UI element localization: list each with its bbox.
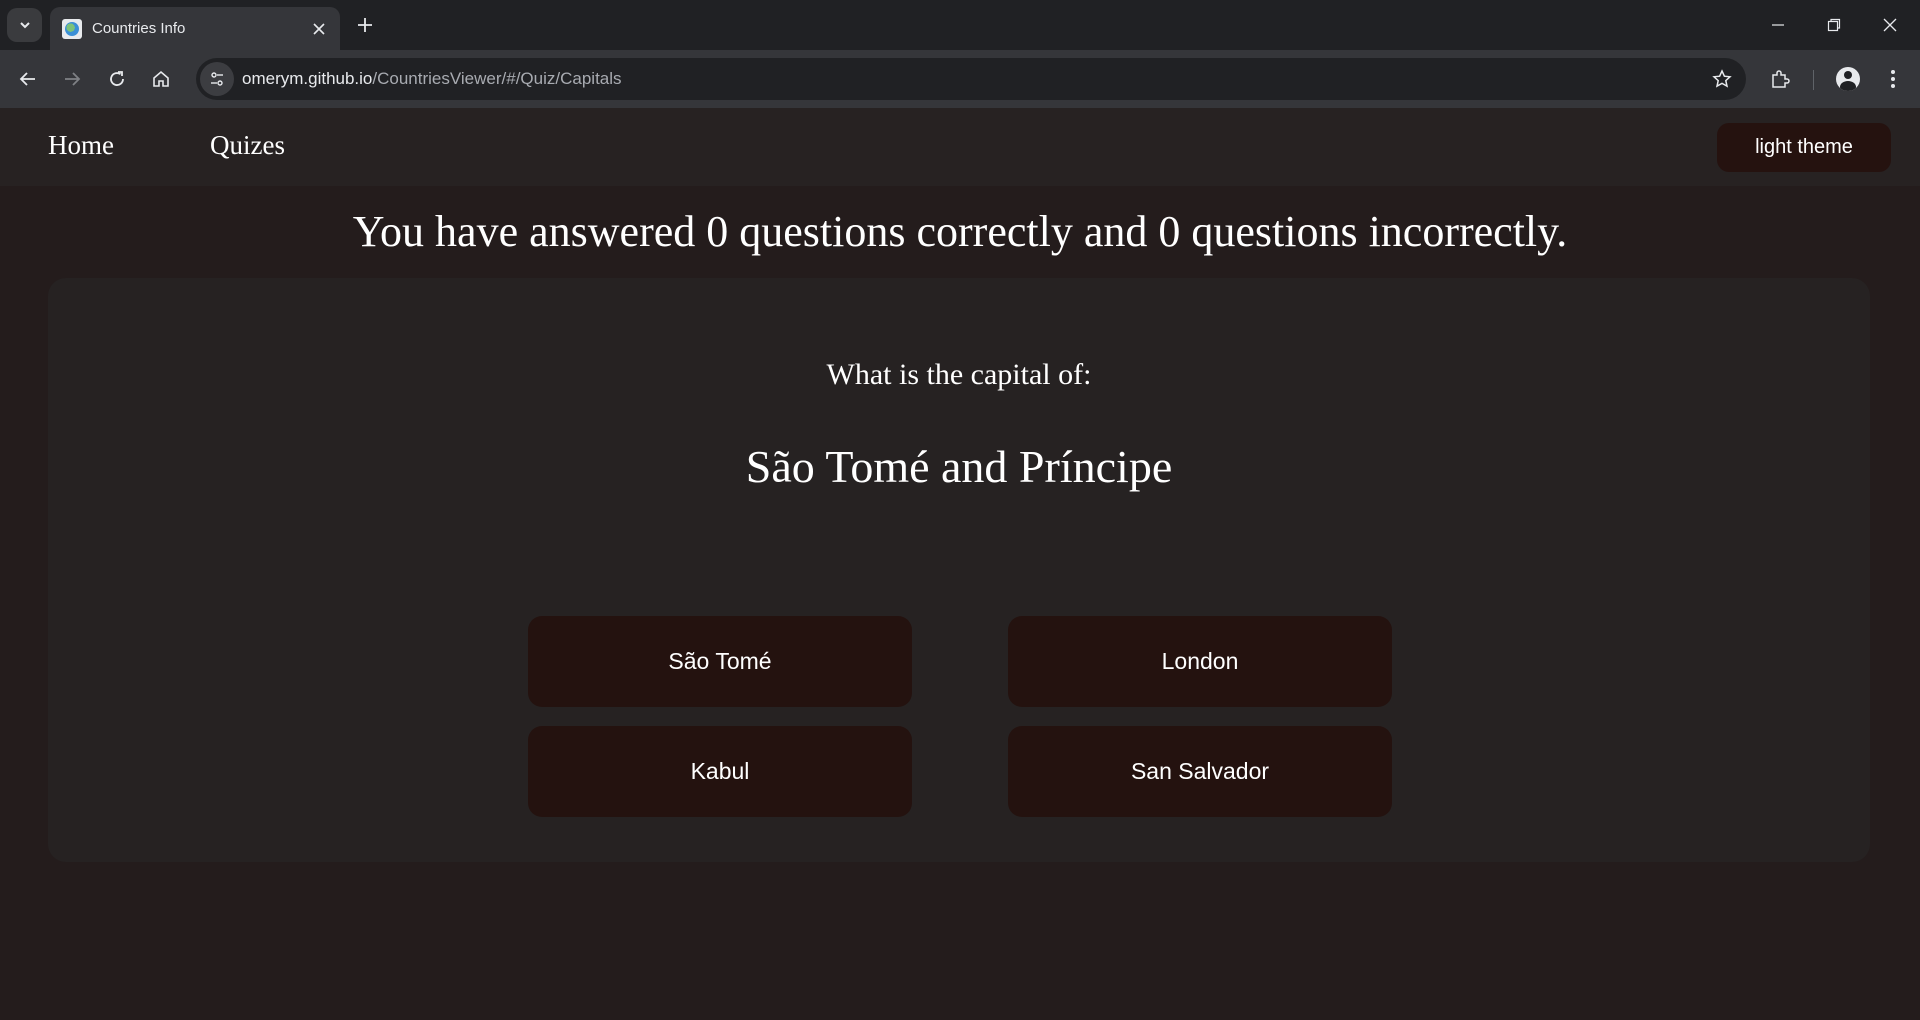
toolbar-divider [1813,70,1814,90]
nav-quizes-link[interactable]: Quizes [210,130,285,161]
avatar-icon [1836,67,1860,91]
bookmark-button[interactable] [1710,67,1734,91]
new-tab-button[interactable] [352,12,378,38]
page: Home Quizes light theme You have answere… [0,108,1920,1020]
question-prompt: What is the capital of: [826,358,1092,391]
arrow-right-icon [65,72,81,86]
browser-tabstrip: Countries Info [0,0,1920,50]
close-window-button[interactable] [1862,0,1918,50]
globe-favicon-icon [62,18,82,39]
reload-icon [110,71,124,86]
restore-icon [1827,18,1841,32]
site-navbar: Home Quizes light theme [0,108,1920,186]
plus-icon [358,18,372,32]
url-host: omerym.github.io [242,69,373,88]
browser-menu-button[interactable] [1875,61,1911,97]
profile-button[interactable] [1830,61,1866,97]
chevron-down-icon [19,22,30,29]
site-info-button[interactable] [200,62,234,96]
browser-tab[interactable]: Countries Info [50,7,340,50]
home-button[interactable] [143,61,179,97]
back-button[interactable] [10,61,46,97]
close-icon [313,22,325,35]
more-vert-icon [1891,70,1895,88]
restore-button[interactable] [1806,0,1862,50]
answer-button[interactable]: Kabul [528,726,912,817]
tab-title: Countries Info [92,20,186,37]
reload-button[interactable] [99,61,135,97]
home-icon [153,70,169,87]
close-icon [1883,18,1897,32]
country-name: São Tomé and Príncipe [745,441,1173,492]
tab-search-button[interactable] [7,8,42,42]
theme-toggle-button[interactable]: light theme [1717,123,1891,172]
score-summary: You have answered 0 questions correctly … [352,207,1568,256]
answer-button[interactable]: London [1008,616,1392,707]
forward-button[interactable] [54,61,90,97]
address-bar[interactable]: omerym.github.io/CountriesViewer/#/Quiz/… [196,58,1746,100]
puzzle-icon [1772,70,1790,88]
minimize-button[interactable] [1750,0,1806,50]
tune-icon [211,72,223,86]
minimize-icon [1772,24,1784,26]
nav-home-link[interactable]: Home [48,130,114,161]
browser-toolbar: omerym.github.io/CountriesViewer/#/Quiz/… [0,50,1920,108]
answer-button[interactable]: San Salvador [1008,726,1392,817]
extensions-button[interactable] [1762,61,1798,97]
url-path: /CountriesViewer/#/Quiz/Capitals [372,69,622,88]
star-icon [1712,69,1732,88]
arrow-left-icon [19,72,35,86]
answer-button[interactable]: São Tomé [528,616,912,707]
url-text: omerym.github.io/CountriesViewer/#/Quiz/… [242,69,622,89]
tab-close-button[interactable] [308,18,330,40]
quiz-card: What is the capital of: São Tomé and Prí… [48,278,1870,862]
